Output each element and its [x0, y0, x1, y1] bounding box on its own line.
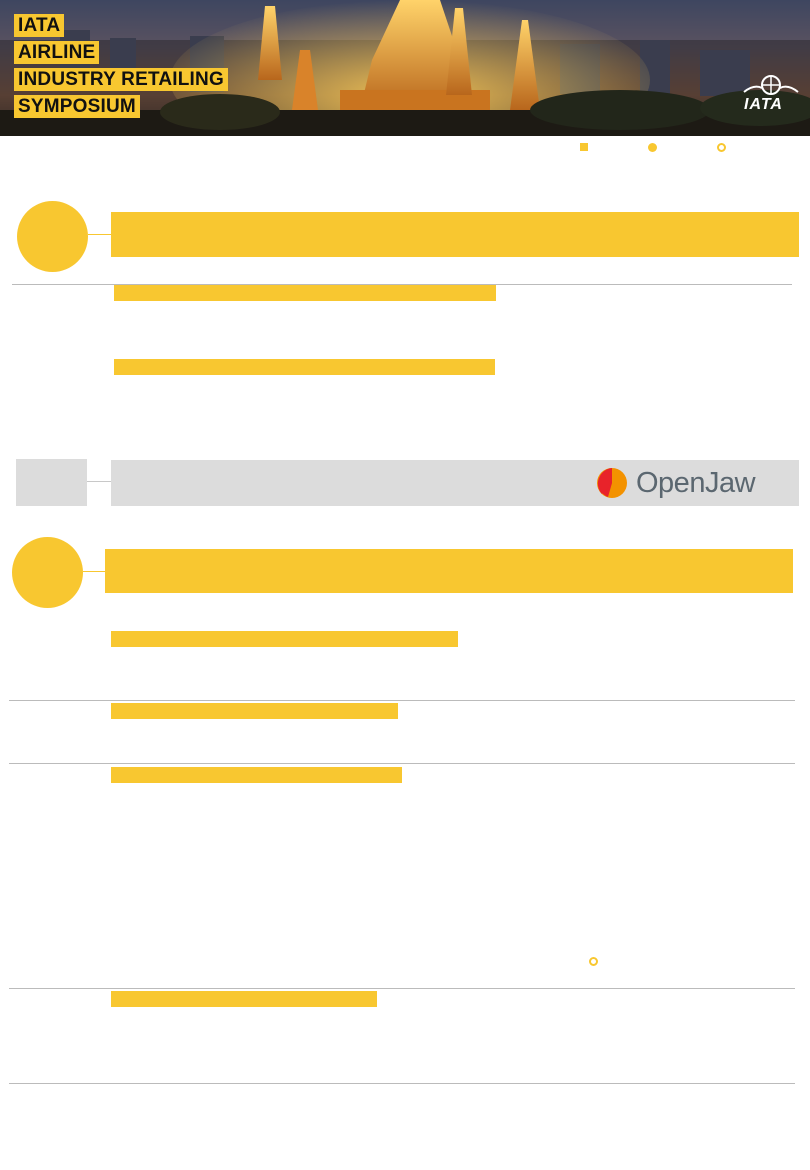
section-2-divider-3 — [9, 988, 795, 989]
sponsor-time-box — [16, 459, 87, 506]
session-2c-bar — [111, 767, 402, 783]
iata-logo-text: IATA — [744, 96, 783, 113]
openjaw-mark-icon — [597, 468, 627, 498]
title-line-1: IATA — [14, 14, 65, 37]
section-2-divider-2 — [9, 763, 795, 764]
section-2-divider-1 — [9, 700, 795, 701]
title-line-3: INDUSTRY RETAILING — [14, 68, 228, 91]
title-line-4: SYMPOSIUM — [14, 95, 140, 118]
iata-logo: IATA — [742, 74, 800, 114]
session-2b-bar — [111, 703, 398, 719]
section-2-circle — [12, 537, 83, 608]
square-marker-icon — [580, 143, 588, 151]
openjaw-logo: OpenJaw — [596, 466, 766, 500]
section-1-heading-bar — [111, 212, 799, 257]
sponsor-connector — [87, 481, 111, 482]
filled-dot-marker-icon — [648, 143, 657, 152]
title-line-2: AIRLINE — [14, 41, 100, 64]
section-2-heading-bar — [105, 549, 793, 593]
section-2-connector — [83, 571, 105, 572]
session-2d-bar — [111, 991, 377, 1007]
session-1b-bar — [114, 359, 495, 375]
section-1-circle — [17, 201, 88, 272]
session-1a-bar — [114, 285, 496, 301]
section-2-divider-4 — [9, 1083, 795, 1084]
section-1-connector — [88, 234, 111, 235]
iata-globe-wings-icon — [743, 75, 799, 95]
session-2a-bar — [111, 631, 458, 647]
ring-marker-icon — [589, 957, 598, 966]
ring-marker-icon — [717, 143, 726, 152]
openjaw-logo-text: OpenJaw — [636, 467, 756, 499]
header-banner: IATA AIRLINE INDUSTRY RETAILING SYMPOSIU… — [0, 0, 810, 136]
symposium-title: IATA AIRLINE INDUSTRY RETAILING SYMPOSIU… — [14, 14, 228, 122]
